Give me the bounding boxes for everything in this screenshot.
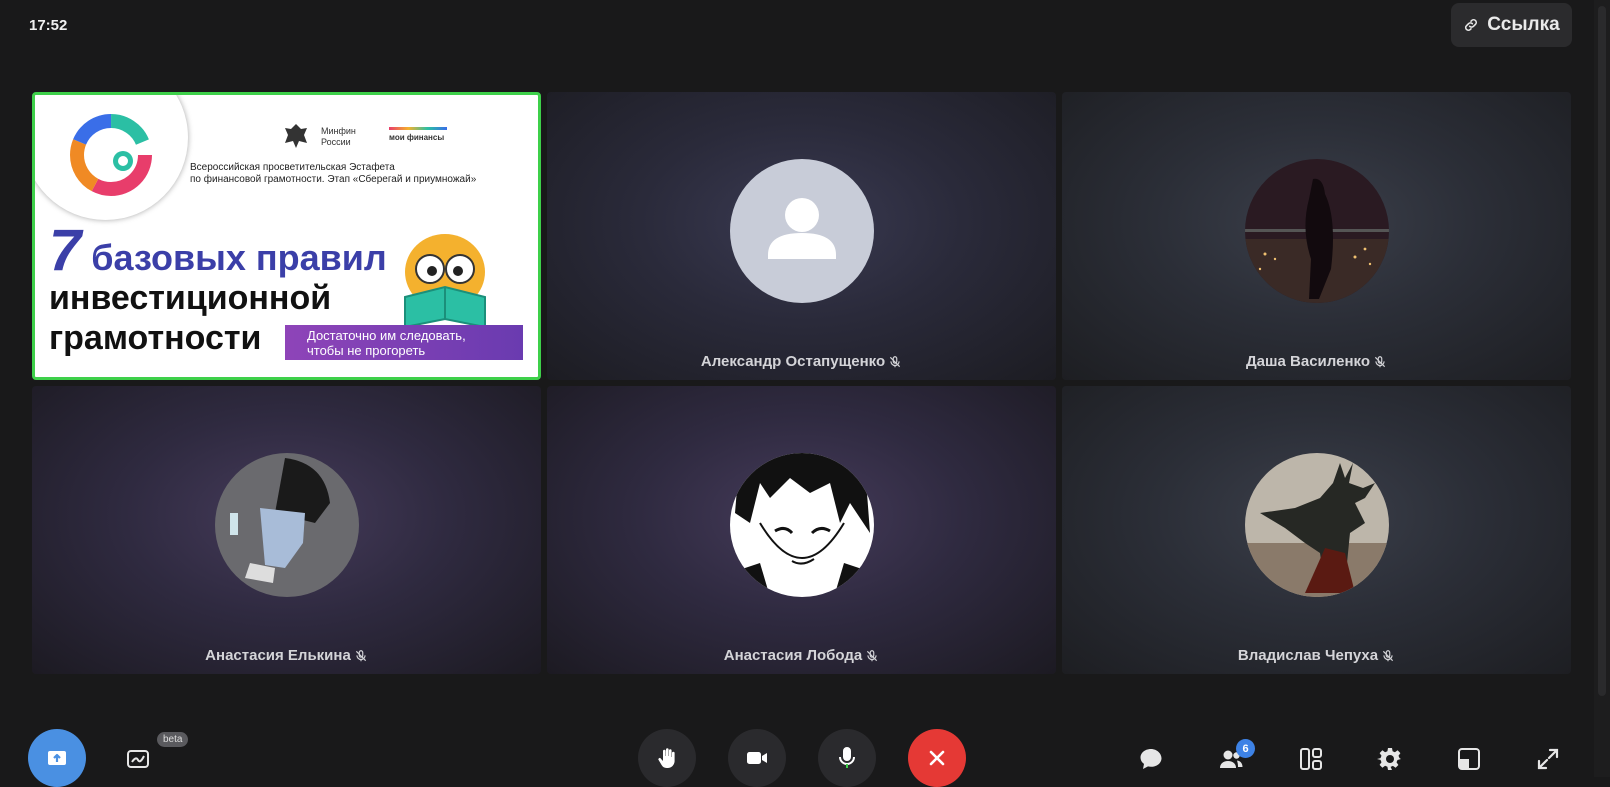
chat-button[interactable] — [1131, 739, 1171, 779]
participant-name: Владислав Чепуха — [1062, 647, 1571, 664]
chat-icon — [1140, 749, 1162, 769]
expand-icon — [1537, 748, 1559, 770]
camera-button[interactable] — [728, 729, 786, 787]
clock: 17:52 — [29, 17, 68, 34]
grid-layout-icon — [1300, 748, 1322, 770]
layout-button[interactable] — [1291, 739, 1331, 779]
microphone-icon — [839, 747, 855, 768]
participant-tile[interactable]: Александр Остапущенко — [547, 92, 1056, 380]
mic-off-icon — [867, 649, 878, 661]
mic-off-icon — [890, 355, 901, 367]
participant-name: Александр Остапущенко — [547, 353, 1056, 370]
end-call-button[interactable] — [908, 729, 966, 787]
participant-tile[interactable]: Владислав Чепуха — [1062, 386, 1571, 674]
moi-finansy-logo: мои финансы — [389, 127, 447, 142]
photo-avatar — [1244, 453, 1389, 597]
photo-avatar — [1244, 159, 1389, 303]
ministry-label: Минфин России — [321, 126, 356, 147]
link-label: Ссылка — [1487, 14, 1560, 35]
share-screen-button[interactable] — [28, 729, 86, 787]
scrollbar-thumb[interactable] — [1598, 6, 1606, 696]
user-icon — [767, 198, 836, 259]
window-icon — [1458, 748, 1480, 770]
participants-count-badge: 6 — [1236, 739, 1255, 758]
settings-button[interactable] — [1370, 739, 1410, 779]
slide-subtitle: Всероссийская просветительская Эстафета … — [190, 162, 477, 185]
participant-name: Даша Василенко — [1062, 353, 1571, 370]
screen-share-tile[interactable]: Минфин России мои финансы Всероссийская … — [32, 92, 541, 380]
microphone-button[interactable] — [818, 729, 876, 787]
copy-link-button[interactable]: Ссылка — [1451, 3, 1572, 47]
fullscreen-button[interactable] — [1528, 739, 1568, 779]
close-icon — [929, 750, 945, 766]
link-icon — [1465, 18, 1478, 32]
upload-icon — [48, 751, 66, 765]
relay-logo — [35, 95, 188, 220]
emblem-icon — [285, 124, 307, 148]
owl-illustration — [404, 234, 486, 329]
mic-off-icon — [355, 649, 366, 661]
video-grid: Минфин России мои финансы Всероссийская … — [32, 92, 1571, 674]
hand-icon — [658, 748, 675, 768]
slide-tagline: Достаточно им следовать, чтобы не прогор… — [285, 325, 523, 360]
participant-tile[interactable]: Анастасия Елькина — [32, 386, 541, 674]
whiteboard-button[interactable] — [118, 739, 158, 779]
gear-icon — [1377, 748, 1401, 770]
draw-icon — [127, 750, 149, 768]
participant-tile[interactable]: Даша Василенко — [1062, 92, 1571, 380]
photo-avatar — [729, 453, 874, 597]
default-avatar — [729, 159, 874, 303]
participant-name: Анастасия Лобода — [547, 647, 1056, 664]
beta-badge: beta — [157, 732, 189, 747]
scrollbar[interactable] — [1594, 0, 1610, 777]
participant-tile[interactable]: Анастасия Лобода — [547, 386, 1056, 674]
photo-avatar — [214, 453, 359, 597]
participant-name: Анастасия Елькина — [32, 647, 541, 664]
raise-hand-button[interactable] — [638, 729, 696, 787]
picture-in-picture-button[interactable] — [1449, 739, 1489, 779]
camera-icon — [747, 752, 767, 764]
mic-off-icon — [1374, 355, 1386, 367]
mic-off-icon — [1383, 649, 1394, 661]
